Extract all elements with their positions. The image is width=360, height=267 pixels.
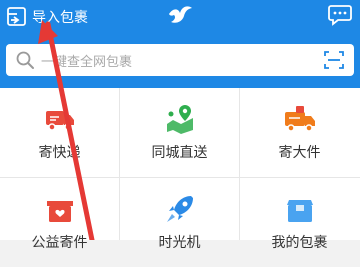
service-grid: 寄快递 同城直送 寄大件 公益寄件 时光机 我的包裹 [0, 88, 360, 251]
top-bar: 导入包裹 一键查全网包裹 [0, 0, 360, 88]
chat-bubble-icon[interactable] [328, 4, 352, 26]
service-time-machine[interactable]: 时光机 [120, 178, 239, 267]
import-package-label: 导入包裹 [32, 10, 88, 26]
search-icon [16, 51, 34, 69]
service-label: 寄快递 [38, 145, 81, 161]
import-box-icon [7, 7, 26, 26]
service-label: 时光机 [158, 235, 201, 251]
import-package-button[interactable]: 导入包裹 [6, 3, 88, 31]
bird-logo-icon [169, 6, 192, 23]
search-placeholder: 一键查全网包裹 [41, 54, 133, 70]
package-box-icon [286, 200, 313, 222]
map-pin-route-icon [166, 105, 193, 134]
scan-icon[interactable] [324, 50, 344, 70]
service-label: 我的包裹 [271, 235, 328, 251]
charity-box-icon [46, 201, 73, 222]
service-large-item[interactable]: 寄大件 [240, 88, 359, 177]
service-label: 寄大件 [278, 145, 321, 161]
package-search-input[interactable]: 一键查全网包裹 [6, 44, 354, 76]
rocket-icon [166, 196, 193, 222]
service-same-city[interactable]: 同城直送 [120, 88, 239, 177]
large-truck-icon [284, 106, 315, 132]
service-label: 同城直送 [151, 145, 208, 161]
service-charity[interactable]: 公益寄件 [0, 178, 119, 267]
delivery-truck-icon [45, 111, 74, 131]
service-send-express[interactable]: 寄快递 [0, 88, 119, 177]
service-label: 公益寄件 [31, 235, 88, 251]
service-my-packages[interactable]: 我的包裹 [240, 178, 359, 267]
